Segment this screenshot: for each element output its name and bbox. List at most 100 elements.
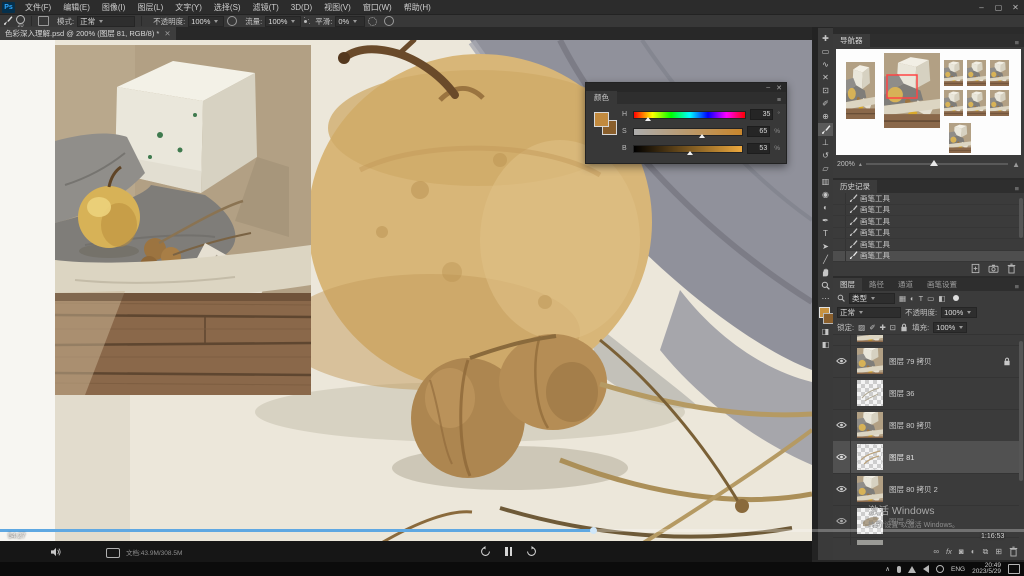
zoom-tool[interactable]	[818, 279, 833, 292]
menu-file[interactable]: 文件(F)	[19, 2, 57, 13]
tab-navigator[interactable]: 导航器	[833, 34, 870, 47]
crop-tool[interactable]: ⊡	[818, 84, 833, 97]
hue-slider[interactable]	[633, 111, 746, 119]
tab-paths[interactable]: 路径	[862, 278, 891, 291]
layer-opacity-select[interactable]: 100%	[941, 307, 977, 318]
layer-row[interactable]: 图层 36	[833, 377, 1019, 410]
layer-row-selected[interactable]: 图层 81	[833, 441, 1019, 474]
new-document-from-state-icon[interactable]	[971, 263, 980, 274]
link-layers-icon[interactable]: ∞	[933, 547, 939, 556]
filter-adjustment-layers-icon[interactable]: ◐	[910, 294, 915, 303]
document-tab[interactable]: 色彩深入理解.psd @ 200% (图层 81, RGB/8) * ✕	[0, 27, 176, 40]
color-swatches[interactable]	[818, 307, 833, 325]
gradient-tool[interactable]: ▥	[818, 175, 833, 188]
add-layer-mask-icon[interactable]: ◙	[959, 547, 964, 556]
filter-shape-layers-icon[interactable]: ▭	[927, 294, 934, 303]
tab-color[interactable]: 颜色	[586, 91, 617, 104]
new-layer-icon[interactable]: ⊞	[995, 547, 1002, 556]
eraser-tool[interactable]: ▱	[818, 162, 833, 175]
lock-position-icon[interactable]: ✚	[879, 323, 885, 332]
saturation-value[interactable]: 65	[747, 126, 770, 137]
dodge-tool[interactable]: ◐	[818, 201, 833, 214]
history-state[interactable]: 画笔工具	[833, 216, 1024, 228]
layer-thumbnail[interactable]	[857, 380, 883, 406]
edit-toolbar-button[interactable]: ⋯	[818, 292, 833, 305]
visibility-toggle[interactable]	[833, 505, 851, 537]
lasso-tool[interactable]: ∿	[818, 58, 833, 71]
blur-tool[interactable]: ◉	[818, 188, 833, 201]
opacity-select[interactable]: 100%	[188, 16, 224, 27]
color-panel[interactable]: – ✕ 颜色 ≡ H 35 ° S 65 % B	[585, 82, 787, 164]
video-progress-bar[interactable]	[0, 529, 1024, 532]
tab-channels[interactable]: 通道	[891, 278, 920, 291]
brush-preset-picker[interactable]: 20	[16, 15, 25, 28]
color-panel-collapse-icon[interactable]: –	[766, 84, 770, 91]
pen-tool[interactable]: ✒	[818, 214, 833, 227]
lock-artboard-icon[interactable]: ⊡	[890, 323, 896, 332]
layer-name[interactable]: 图层 79 拷贝	[889, 356, 932, 367]
progress-handle[interactable]	[590, 527, 597, 534]
layer-name[interactable]: 图层 81	[889, 452, 914, 463]
delete-state-icon[interactable]	[1007, 263, 1016, 274]
hand-tool[interactable]	[818, 266, 833, 279]
smoothing-select[interactable]: 0%	[335, 16, 365, 27]
layer-blend-mode-select[interactable]: 正常	[837, 307, 901, 318]
close-button[interactable]: ✕	[1007, 3, 1024, 12]
delete-layer-icon[interactable]	[1009, 546, 1018, 557]
document-close-icon[interactable]: ✕	[164, 29, 170, 38]
taskbar-clock[interactable]: 20:49 2023/5/29	[972, 563, 1001, 576]
history-source-checkbox[interactable]	[833, 193, 846, 204]
move-tool[interactable]: ✚	[818, 32, 833, 45]
history-source-checkbox[interactable]	[833, 228, 846, 239]
new-snapshot-icon[interactable]	[988, 264, 999, 273]
visibility-toggle[interactable]	[833, 473, 851, 505]
network-tray-icon[interactable]	[908, 566, 916, 573]
saturation-slider[interactable]	[633, 128, 743, 136]
layer-fill-select[interactable]: 100%	[933, 322, 967, 333]
visibility-toggle[interactable]	[833, 345, 851, 377]
healing-brush-tool[interactable]: ⊕	[818, 110, 833, 123]
tab-brush-settings[interactable]: 画笔设置	[920, 278, 964, 291]
layer-thumbnail[interactable]	[857, 348, 883, 374]
history-state[interactable]: 画笔工具	[833, 228, 1024, 240]
menu-help[interactable]: 帮助(H)	[398, 2, 437, 13]
visibility-toggle[interactable]	[833, 441, 851, 473]
menu-view[interactable]: 视图(V)	[318, 2, 357, 13]
layer-row[interactable]: 图层 79 拷贝	[833, 345, 1019, 378]
layer-name[interactable]: 图层 80 拷贝	[889, 420, 932, 431]
lock-all-icon[interactable]	[900, 323, 908, 332]
smoothing-options-gear-icon[interactable]	[368, 17, 377, 26]
history-state[interactable]: 画笔工具	[833, 239, 1024, 251]
new-group-icon[interactable]: ⧉	[983, 547, 989, 557]
lock-pixels-icon[interactable]: ✐	[869, 323, 875, 332]
history-state[interactable]: 画笔工具	[833, 205, 1024, 217]
menu-type[interactable]: 文字(Y)	[169, 2, 208, 13]
volume-icon[interactable]	[50, 547, 62, 557]
foreground-color-swatch[interactable]	[594, 112, 609, 127]
tab-layers[interactable]: 图层	[833, 278, 862, 291]
magic-wand-tool[interactable]: ✕	[818, 71, 833, 84]
menu-edit[interactable]: 编辑(E)	[57, 2, 96, 13]
navigator-zoom-value[interactable]: 200%	[837, 161, 855, 168]
tab-history[interactable]: 历史记录	[833, 180, 877, 193]
layer-thumbnail[interactable]	[857, 476, 883, 502]
maximize-button[interactable]: ▢	[990, 3, 1007, 12]
bluetooth-tray-icon[interactable]	[936, 565, 944, 573]
eyedropper-tool[interactable]: ✐	[818, 97, 833, 110]
zoom-in-icon[interactable]: ▲	[1012, 160, 1020, 169]
navigator-preview[interactable]	[836, 49, 1021, 155]
history-state[interactable]: 画笔工具	[833, 193, 1024, 205]
history-source-checkbox[interactable]	[833, 216, 846, 227]
filter-pixel-layers-icon[interactable]: ▦	[899, 294, 906, 303]
quick-mask-button[interactable]: ◨	[818, 325, 833, 338]
menu-layer[interactable]: 图层(L)	[131, 2, 169, 13]
brush-tool-icon[interactable]	[3, 16, 13, 26]
hidden-icons-chevron[interactable]: ∧	[885, 565, 890, 573]
history-source-checkbox[interactable]	[833, 205, 846, 216]
flow-select[interactable]: 100%	[265, 16, 301, 27]
color-panel-close-icon[interactable]: ✕	[776, 84, 782, 92]
menu-3d[interactable]: 3D(D)	[285, 3, 318, 12]
layer-thumbnail[interactable]	[857, 412, 883, 438]
airbrush-icon[interactable]	[304, 20, 307, 23]
history-source-checkbox[interactable]	[833, 251, 846, 262]
